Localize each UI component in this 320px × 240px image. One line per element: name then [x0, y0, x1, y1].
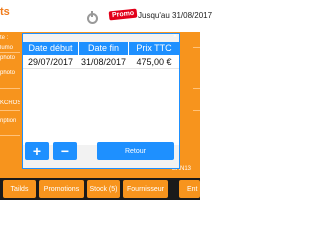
field-label: ription: [0, 118, 17, 124]
table-cell-date-fin[interactable]: 31/08/2017: [79, 56, 128, 68]
field-label: photo: [0, 70, 16, 76]
table-row-divider: [23, 68, 179, 69]
bottom-strip: [0, 170, 200, 178]
field-label: te :: [0, 35, 9, 41]
return-button[interactable]: Retour: [97, 142, 174, 160]
remove-button[interactable]: −: [53, 142, 77, 160]
field-divider: [0, 52, 20, 53]
field-divider: [0, 110, 20, 111]
power-icon[interactable]: [87, 11, 98, 24]
nav-tab-promotions[interactable]: Promotions: [39, 180, 84, 198]
brand-text: ts: [0, 6, 10, 18]
field-divider: [193, 110, 200, 111]
promo-until-date: Jusqu'au 31/08/2017: [138, 11, 213, 20]
nav-tab-stock[interactable]: Stock (5): [87, 180, 120, 198]
field-divider: [0, 88, 20, 89]
nav-tab-fournisseur[interactable]: Fournisseur: [123, 180, 168, 198]
nav-tab-more[interactable]: Ent: [179, 180, 200, 198]
field-label: photo: [0, 55, 16, 61]
add-button[interactable]: +: [25, 142, 49, 160]
close-icon[interactable]: ×: [171, 33, 179, 41]
field-divider: [193, 47, 200, 48]
column-header-date-fin: Date fin: [87, 43, 120, 53]
table-cell-date-debut[interactable]: 29/07/2017: [23, 56, 78, 68]
column-header-date-debut: Date début: [28, 43, 73, 53]
field-divider: [0, 135, 20, 136]
column-header-prix-ttc: Prix TTC: [136, 43, 172, 53]
field-divider: [193, 88, 200, 89]
table-cell-prix-ttc[interactable]: 475,00 €: [129, 56, 179, 68]
field-label: KCROS: [0, 100, 20, 106]
nav-tab-details[interactable]: Tailds: [3, 180, 36, 198]
